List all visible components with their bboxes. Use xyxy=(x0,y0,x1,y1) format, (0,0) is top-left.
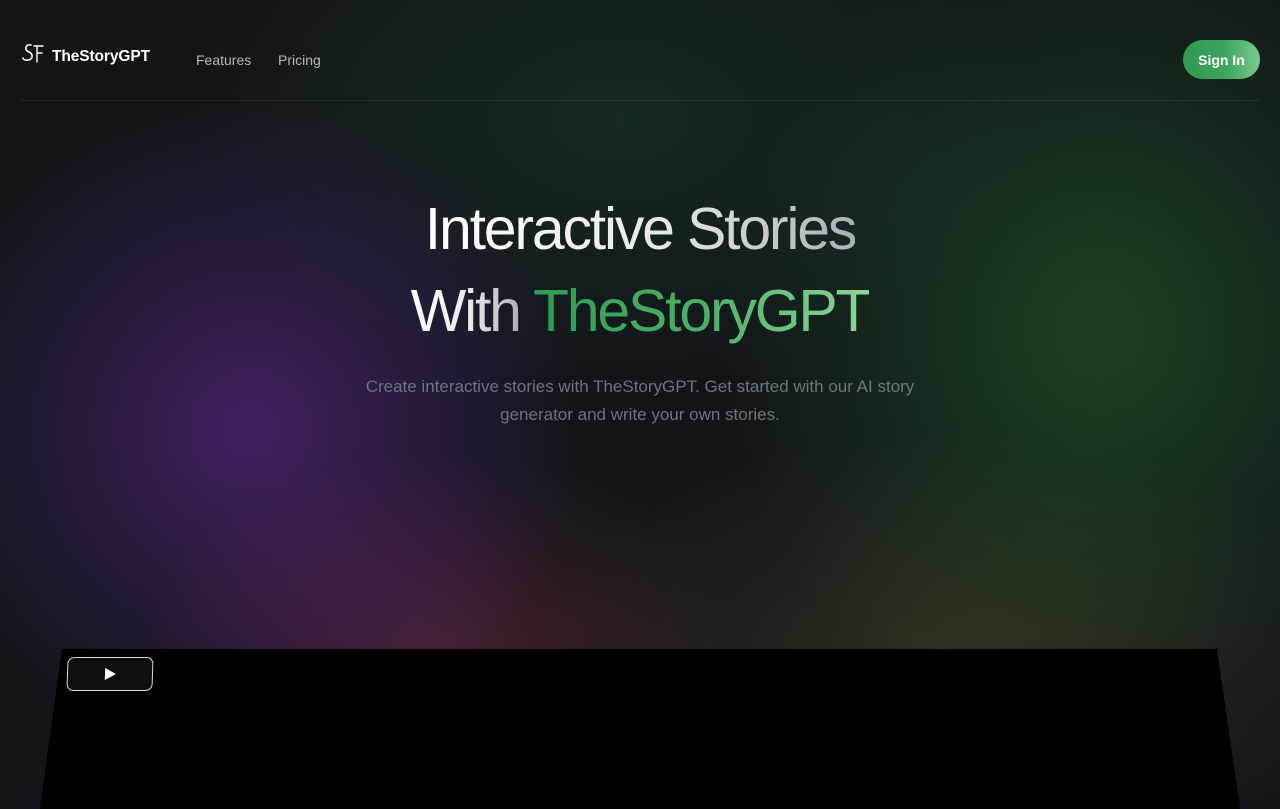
nav-link-pricing[interactable]: Pricing xyxy=(278,52,321,68)
play-button[interactable] xyxy=(66,657,154,691)
brand-name: TheStoryGPT xyxy=(52,48,150,65)
brand-logo[interactable]: TheStoryGPT xyxy=(22,44,150,66)
hero-title-highlight: TheStoryGPT xyxy=(532,278,872,344)
video-player[interactable] xyxy=(40,649,1240,809)
play-icon xyxy=(104,668,116,680)
sf-monogram-icon xyxy=(22,44,44,63)
sign-in-button[interactable]: Sign In xyxy=(1183,40,1260,79)
hero-title: Interactive Stories With TheStoryGPT xyxy=(0,188,1280,352)
top-navbar: TheStoryGPT Features Pricing Sign In xyxy=(20,0,1260,101)
hero-title-line1: Interactive Stories xyxy=(424,196,858,262)
nav-link-features[interactable]: Features xyxy=(196,52,251,68)
hero-subtitle: Create interactive stories with TheStory… xyxy=(365,377,915,424)
hero-title-prefix: With xyxy=(410,278,522,344)
